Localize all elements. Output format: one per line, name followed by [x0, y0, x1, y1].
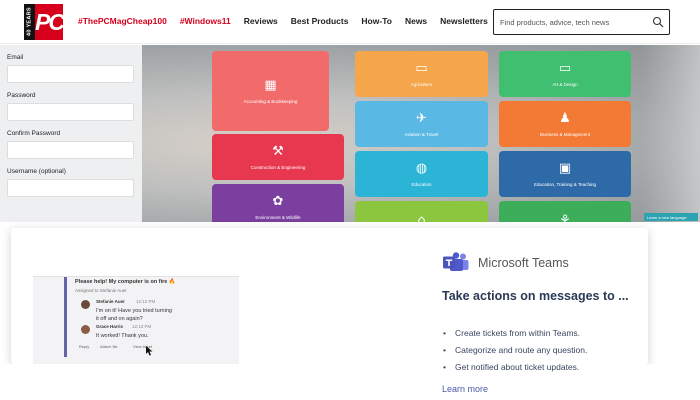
ad-bullet: Categorize and route any question. [443, 342, 587, 359]
mockup-reply-action: Reply [79, 344, 90, 349]
username-label: Username (optional) [7, 168, 66, 175]
nav-link-best-products[interactable]: Best Products [291, 16, 349, 26]
presentation-icon: ▣ [558, 160, 572, 176]
ad-bullet: Create tickets from within Teams. [443, 325, 587, 342]
category-tile-environment[interactable]: ✿ Environment & Wildlife [212, 184, 344, 222]
teams-chat-mockup: Please help! My computer is on fire 🔥 As… [33, 276, 239, 364]
signup-form: Email Password Confirm Password Username… [0, 45, 142, 222]
cursor-icon [146, 346, 153, 356]
confirm-password-label: Confirm Password [7, 130, 61, 137]
ad-bullet: Get notified about ticket updates. [443, 359, 587, 376]
category-label: Business & Management [539, 131, 591, 137]
pcmag-logo[interactable]: 40 YEARS PC [24, 4, 65, 44]
mockup-msg2-name: Grace Harris [96, 324, 124, 329]
category-label: Accounting & Bookkeeping [243, 98, 298, 104]
avatar [81, 300, 90, 309]
nav-link-how-to[interactable]: How-To [361, 16, 392, 26]
site-header: 40 YEARS PC #ThePCMagCheap100 #Windows11… [0, 0, 700, 44]
category-label: Construction & Engineering [250, 164, 306, 170]
mockup-msg2-time: 12:13 PM [132, 324, 152, 329]
main-nav: #ThePCMagCheap100 #Windows11 Reviews Bes… [78, 16, 488, 26]
search-icon[interactable] [652, 16, 664, 28]
nav-tag-cheap100[interactable]: #ThePCMagCheap100 [78, 16, 167, 26]
category-label: Education, Training & Teaching [534, 181, 596, 187]
learn-more-link[interactable]: Learn more [442, 384, 488, 394]
category-tile-accounting[interactable]: ▦ Accounting & Bookkeeping [212, 51, 329, 131]
teams-logo-icon [443, 252, 469, 271]
mockup-accent-bar [64, 277, 67, 357]
email-field-group: Email [7, 51, 135, 83]
airplane-icon: ✈ [416, 110, 427, 126]
username-field-group: Username (optional) [7, 165, 135, 197]
page: 40 YEARS PC #ThePCMagCheap100 #Windows11… [0, 0, 700, 400]
email-label: Email [7, 54, 24, 61]
search-placeholder: Find products, advice, tech news [500, 17, 610, 27]
mockup-msg1-line1: I'm on it! Have you tried turning [96, 308, 172, 314]
tools-icon: ⚒ [272, 143, 284, 159]
search-input[interactable]: Find products, advice, tech news [493, 9, 670, 35]
mockup-msg1-time: 12:12 PM [136, 299, 156, 304]
ad-bottom-area [0, 364, 700, 400]
calculator-icon: ▦ [264, 77, 277, 93]
category-label: Environment & Wildlife [255, 214, 301, 220]
password-label: Password [7, 92, 36, 99]
runner-icon: ⚘ [559, 213, 571, 222]
category-tile-business[interactable]: ♟ Business & Management [499, 101, 631, 147]
nav-link-reviews[interactable]: Reviews [244, 16, 278, 26]
mockup-msg1-name: Stefanie Auer [96, 299, 125, 304]
avatar [81, 325, 90, 334]
category-label: Education [411, 181, 432, 187]
ad-heading: Take actions on messages to ... [442, 289, 629, 303]
house-icon: ⌂ [417, 213, 426, 222]
password-field[interactable] [7, 103, 134, 121]
category-tile-agriculture[interactable]: ▭ Agriculture [355, 51, 488, 97]
mockup-msg1-line2: it off and on again? [96, 316, 143, 322]
category-tile-housing[interactable]: ⌂ [355, 201, 488, 222]
tractor-icon: ▭ [415, 60, 428, 76]
leaf-icon: ✿ [272, 193, 284, 209]
category-tile-construction[interactable]: ⚒ Construction & Engineering [212, 134, 344, 180]
mockup-assigned: Assigned to Stefanie Auer [75, 288, 127, 293]
mockup-msg2-line1: It worked! Thank you. [96, 333, 149, 339]
globe-icon: ◍ [415, 160, 428, 176]
category-tile-art-design[interactable]: ▭ Art & Design [499, 51, 631, 97]
category-tile-sports[interactable]: ⚘ [499, 201, 631, 222]
password-field-group: Password [7, 89, 135, 121]
logo-pc-mark: PC [35, 4, 65, 40]
category-tile-education-training[interactable]: ▣ Education, Training & Teaching [499, 151, 631, 197]
mockup-title: Please help! My computer is on fire 🔥 [75, 279, 176, 285]
logo-years-badge: 40 YEARS [24, 4, 35, 40]
confirm-password-field-group: Confirm Password [7, 127, 135, 159]
ad-bullet-list: Create tickets from within Teams. Catego… [443, 325, 587, 376]
teams-brand-name: Microsoft Teams [478, 256, 569, 270]
category-tile-aviation[interactable]: ✈ Aviation & Travel [355, 101, 488, 147]
category-hero: ▦ Accounting & Bookkeeping ▭ Agriculture… [142, 45, 700, 222]
hero-glow [642, 45, 700, 222]
category-label: Aviation & Travel [404, 131, 439, 137]
category-label: Art & Design [552, 81, 578, 87]
monitor-icon: ▭ [558, 60, 572, 76]
hero-tag-badge[interactable]: Learn a new language [644, 213, 698, 221]
mockup-attach-action: Attach file [100, 344, 118, 349]
category-label: Agriculture [410, 81, 433, 87]
nav-tag-windows11[interactable]: #Windows11 [180, 16, 231, 26]
nav-link-news[interactable]: News [405, 16, 427, 26]
username-field[interactable] [7, 179, 134, 197]
confirm-password-field[interactable] [7, 141, 134, 159]
people-icon: ♟ [559, 110, 571, 126]
nav-link-newsletters[interactable]: Newsletters [440, 16, 488, 26]
category-tile-education[interactable]: ◍ Education [355, 151, 488, 197]
email-field[interactable] [7, 65, 134, 83]
